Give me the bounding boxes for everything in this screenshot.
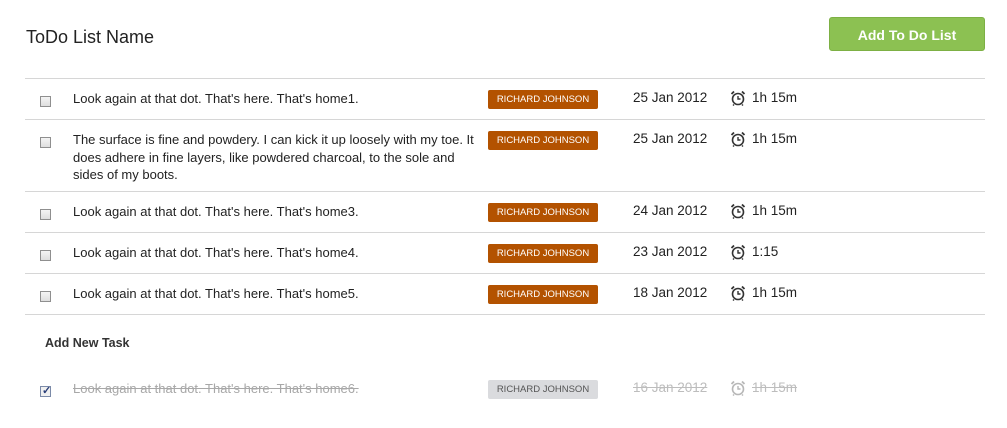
- alarm-clock-icon: [730, 244, 746, 260]
- task-duration: 1h 15m: [752, 203, 798, 218]
- task-row: Look again at that dot. That's here. Tha…: [25, 233, 985, 274]
- task-list: Look again at that dot. That's here. Tha…: [25, 78, 985, 315]
- task-duration: 1h 15m: [752, 380, 798, 395]
- assignee-badge[interactable]: RICHARD JOHNSON: [488, 244, 598, 263]
- due-date: 25 Jan 2012: [633, 131, 708, 146]
- alarm-clock-icon: [730, 131, 746, 147]
- assignee-badge[interactable]: RICHARD JOHNSON: [488, 380, 598, 399]
- task-row: The surface is fine and powdery. I can k…: [25, 120, 985, 192]
- assignee-badge[interactable]: RICHARD JOHNSON: [488, 131, 598, 150]
- alarm-clock-icon: [730, 203, 746, 219]
- add-todo-list-button[interactable]: Add To Do List: [829, 17, 985, 51]
- task-checkbox-checked[interactable]: ✓: [40, 385, 52, 397]
- assignee-badge[interactable]: RICHARD JOHNSON: [488, 285, 598, 304]
- task-duration: 1h 15m: [752, 285, 798, 300]
- task-checkbox[interactable]: [40, 250, 51, 261]
- task-text: Look again at that dot. That's here. Tha…: [73, 245, 359, 260]
- task-duration: 1:15: [752, 244, 779, 259]
- task-text: Look again at that dot. That's here. Tha…: [73, 91, 359, 106]
- checkmark-icon: ✓: [42, 385, 52, 397]
- due-date: 25 Jan 2012: [633, 90, 708, 105]
- task-text: Look again at that dot. That's here. Tha…: [73, 204, 359, 219]
- task-checkbox[interactable]: [40, 209, 51, 220]
- task-duration: 1h 15m: [752, 131, 798, 146]
- alarm-clock-icon: [730, 380, 746, 396]
- alarm-clock-icon: [730, 90, 746, 106]
- assignee-badge[interactable]: RICHARD JOHNSON: [488, 203, 598, 222]
- header: ToDo List Name Add To Do List: [0, 0, 1007, 78]
- alarm-clock-icon: [730, 285, 746, 301]
- task-checkbox[interactable]: [40, 96, 51, 107]
- task-checkbox[interactable]: [40, 137, 51, 148]
- task-text: The surface is fine and powdery. I can k…: [73, 132, 474, 182]
- task-text: Look again at that dot. That's here. Tha…: [73, 381, 359, 396]
- due-date: 24 Jan 2012: [633, 203, 708, 218]
- task-row: Look again at that dot. That's here. Tha…: [25, 79, 985, 120]
- task-duration: 1h 15m: [752, 90, 798, 105]
- due-date: 18 Jan 2012: [633, 285, 708, 300]
- page-title: ToDo List Name: [26, 27, 155, 47]
- task-text: Look again at that dot. That's here. Tha…: [73, 286, 359, 301]
- task-row: Look again at that dot. That's here. Tha…: [25, 274, 985, 315]
- task-checkbox[interactable]: [40, 291, 51, 302]
- due-date: 23 Jan 2012: [633, 244, 708, 259]
- add-new-task-link[interactable]: Add New Task: [45, 336, 130, 350]
- task-row: Look again at that dot. That's here. Tha…: [25, 192, 985, 233]
- assignee-badge[interactable]: RICHARD JOHNSON: [488, 90, 598, 109]
- completed-task-row: ✓ Look again at that dot. That's here. T…: [25, 373, 985, 413]
- due-date: 16 Jan 2012: [633, 380, 708, 395]
